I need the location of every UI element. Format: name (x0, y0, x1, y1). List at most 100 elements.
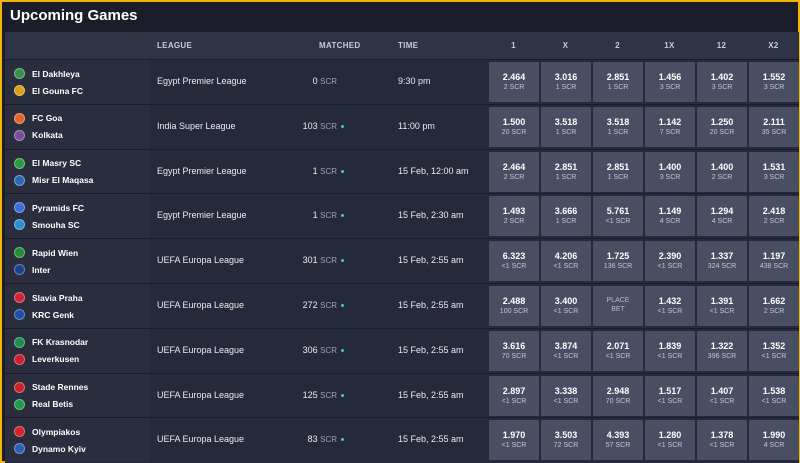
odds-button-12[interactable]: 1.337 324 SCR (697, 241, 747, 282)
league-name[interactable]: UEFA Europa League (157, 345, 244, 355)
odds-stake: <1 SCR (761, 352, 787, 360)
odds-button-1x[interactable]: 1.517 <1 SCR (645, 375, 695, 416)
away-team[interactable]: Misr El Maqasa (14, 174, 93, 187)
home-team[interactable]: FK Krasnodar (14, 336, 88, 349)
table-row[interactable]: Rapid Wien Inter UEFA Europa League 301 SCR… (5, 238, 799, 284)
odds-button-x[interactable]: 3.400 <1 SCR (541, 286, 591, 326)
odds-button-12[interactable]: 1.250 20 SCR (697, 106, 747, 147)
odds-button-x2[interactable]: 1.990 4 SCR (749, 420, 799, 461)
odds-price: 3.518 (554, 116, 578, 127)
home-team[interactable]: Slavia Praha (14, 291, 83, 304)
odds-button-1[interactable]: 2.464 2 SCR (489, 62, 539, 102)
table-row[interactable]: FC Goa Kolkata India Super League 103 SCR 11… (5, 103, 799, 149)
league-name[interactable]: UEFA Europa League (157, 434, 244, 444)
away-team[interactable]: Leverkusen (14, 353, 79, 366)
odds-button-x2[interactable]: 1.197 438 SCR (749, 241, 799, 282)
odds-button-x[interactable]: 3.666 1 SCR (541, 196, 591, 237)
odds-stake: 2 SCR (503, 218, 525, 226)
odds-button-1[interactable]: 1.493 2 SCR (489, 196, 539, 237)
activity-dot-icon (341, 438, 344, 442)
odds-button-x2[interactable]: 2.111 35 SCR (749, 106, 799, 147)
away-team[interactable]: Inter (14, 263, 50, 276)
odds-button-2[interactable]: 1.725 136 SCR (593, 241, 643, 282)
league-name[interactable]: UEFA Europa League (157, 255, 244, 265)
odds-button-x[interactable]: 2.851 1 SCR (541, 151, 591, 192)
table-row[interactable]: Slavia Praha KRC Genk UEFA Europa League 27… (5, 283, 799, 328)
odds-button-1x[interactable]: 1.142 7 SCR (645, 106, 695, 147)
odds-button-1x[interactable]: 1.149 4 SCR (645, 196, 695, 237)
home-team[interactable]: Olympiakos (14, 425, 80, 438)
home-team[interactable]: FC Goa (14, 112, 62, 125)
odds-button-x[interactable]: 3.874 <1 SCR (541, 330, 591, 371)
odds-button-2[interactable]: 2.948 70 SCR (593, 375, 643, 416)
odds-button-x2[interactable]: 1.531 3 SCR (749, 151, 799, 192)
odds-button-x2[interactable]: 1.538 <1 SCR (749, 375, 799, 416)
odds-button-2[interactable]: 3.518 1 SCR (593, 106, 643, 147)
away-team[interactable]: Real Betis (14, 398, 73, 411)
odds-button-2[interactable]: 5.761 <1 SCR (593, 196, 643, 237)
away-team[interactable]: El Gouna FC (14, 84, 83, 97)
odds-button-x[interactable]: 3.518 1 SCR (541, 106, 591, 147)
odds-button-x[interactable]: 3.016 1 SCR (541, 62, 591, 102)
away-team[interactable]: KRC Genk (14, 308, 74, 321)
odds-button-1[interactable]: 1.970 <1 SCR (489, 420, 539, 461)
table-row[interactable]: Stade Rennes Real Betis UEFA Europa League… (5, 372, 799, 418)
odds-price: 1.432 (658, 296, 682, 306)
odds-button-1x[interactable]: 1.456 3 SCR (645, 62, 695, 102)
away-team[interactable]: Kolkata (14, 129, 63, 142)
odds-button-1[interactable]: 3.616 70 SCR (489, 330, 539, 371)
odds-button-1x[interactable]: 2.390 <1 SCR (645, 241, 695, 282)
table-row[interactable]: Pyramids FC Smouha SC Egypt Premier League… (5, 193, 799, 239)
odds-button-12[interactable]: 1.322 396 SCR (697, 330, 747, 371)
table-row[interactable]: El Masry SC Misr El Maqasa Egypt Premier L… (5, 148, 799, 194)
table-row[interactable]: FK Krasnodar Leverkusen UEFA Europa League… (5, 327, 799, 373)
odds-button-x[interactable]: 3.338 <1 SCR (541, 375, 591, 416)
odds-button-1x[interactable]: 1.400 3 SCR (645, 151, 695, 192)
home-team[interactable]: El Dakhleya (14, 67, 80, 80)
home-team[interactable]: Pyramids FC (14, 201, 84, 214)
odds-button-12[interactable]: 1.400 2 SCR (697, 151, 747, 192)
odds-button-2[interactable]: 2.071 <1 SCR (593, 330, 643, 371)
odds-button-2[interactable]: PLACE BET (593, 286, 643, 326)
league-name[interactable]: India Super League (157, 121, 236, 131)
odds-button-2[interactable]: 4.393 57 SCR (593, 420, 643, 461)
odds-button-1x[interactable]: 1.280 <1 SCR (645, 420, 695, 461)
odds-button-2[interactable]: 2.851 1 SCR (593, 151, 643, 192)
odds-button-12[interactable]: 1.407 <1 SCR (697, 375, 747, 416)
odds-button-1[interactable]: 2.464 2 SCR (489, 151, 539, 192)
odds-button-1[interactable]: 2.897 <1 SCR (489, 375, 539, 416)
odds-button-1[interactable]: 6.323 <1 SCR (489, 241, 539, 282)
odds-button-12[interactable]: 1.294 4 SCR (697, 196, 747, 237)
odds-button-1[interactable]: 2.488 100 SCR (489, 286, 539, 326)
odds-button-x2[interactable]: 1.662 2 SCR (749, 286, 799, 326)
league-name[interactable]: UEFA Europa League (157, 390, 244, 400)
odds-button-x[interactable]: 3.503 72 SCR (541, 420, 591, 461)
odds-button-1x[interactable]: 1.432 <1 SCR (645, 286, 695, 326)
odds-button-1x[interactable]: 1.839 <1 SCR (645, 330, 695, 371)
league-name[interactable]: Egypt Premier League (157, 210, 247, 220)
team-crest-icon (14, 381, 25, 393)
odds-button-12[interactable]: 1.378 <1 SCR (697, 420, 747, 461)
odds-button-x2[interactable]: 1.552 3 SCR (749, 62, 799, 102)
odds-button-12[interactable]: 1.391 <1 SCR (697, 286, 747, 326)
odds-button-x2[interactable]: 1.352 <1 SCR (749, 330, 799, 371)
league-name[interactable]: Egypt Premier League (157, 166, 247, 176)
league-name[interactable]: Egypt Premier League (157, 76, 247, 86)
odds-button-x2[interactable]: 2.418 2 SCR (749, 196, 799, 237)
odds-button-x[interactable]: 4.206 <1 SCR (541, 241, 591, 282)
odds-button-12[interactable]: 1.402 3 SCR (697, 62, 747, 102)
odds-stake: 3 SCR (659, 84, 681, 91)
league-name[interactable]: UEFA Europa League (157, 300, 244, 310)
away-team[interactable]: Dynamo Kyiv (14, 442, 86, 455)
table-row[interactable]: El Dakhleya El Gouna FC Egypt Premier Leag… (5, 59, 799, 104)
matched-amount: 103 SCR (265, 121, 337, 131)
odds-button-1[interactable]: 1.500 20 SCR (489, 106, 539, 147)
home-team[interactable]: Rapid Wien (14, 246, 78, 259)
odds-stake: <1 SCR (657, 397, 683, 405)
home-team[interactable]: Stade Rennes (14, 381, 88, 394)
odds-button-2[interactable]: 2.851 1 SCR (593, 62, 643, 102)
table-row[interactable]: Olympiakos Dynamo Kyiv UEFA Europa League 8… (5, 417, 799, 463)
away-team[interactable]: Smouha SC (14, 218, 80, 231)
home-team[interactable]: El Masry SC (14, 157, 81, 170)
odds-price: 3.518 (606, 116, 630, 127)
